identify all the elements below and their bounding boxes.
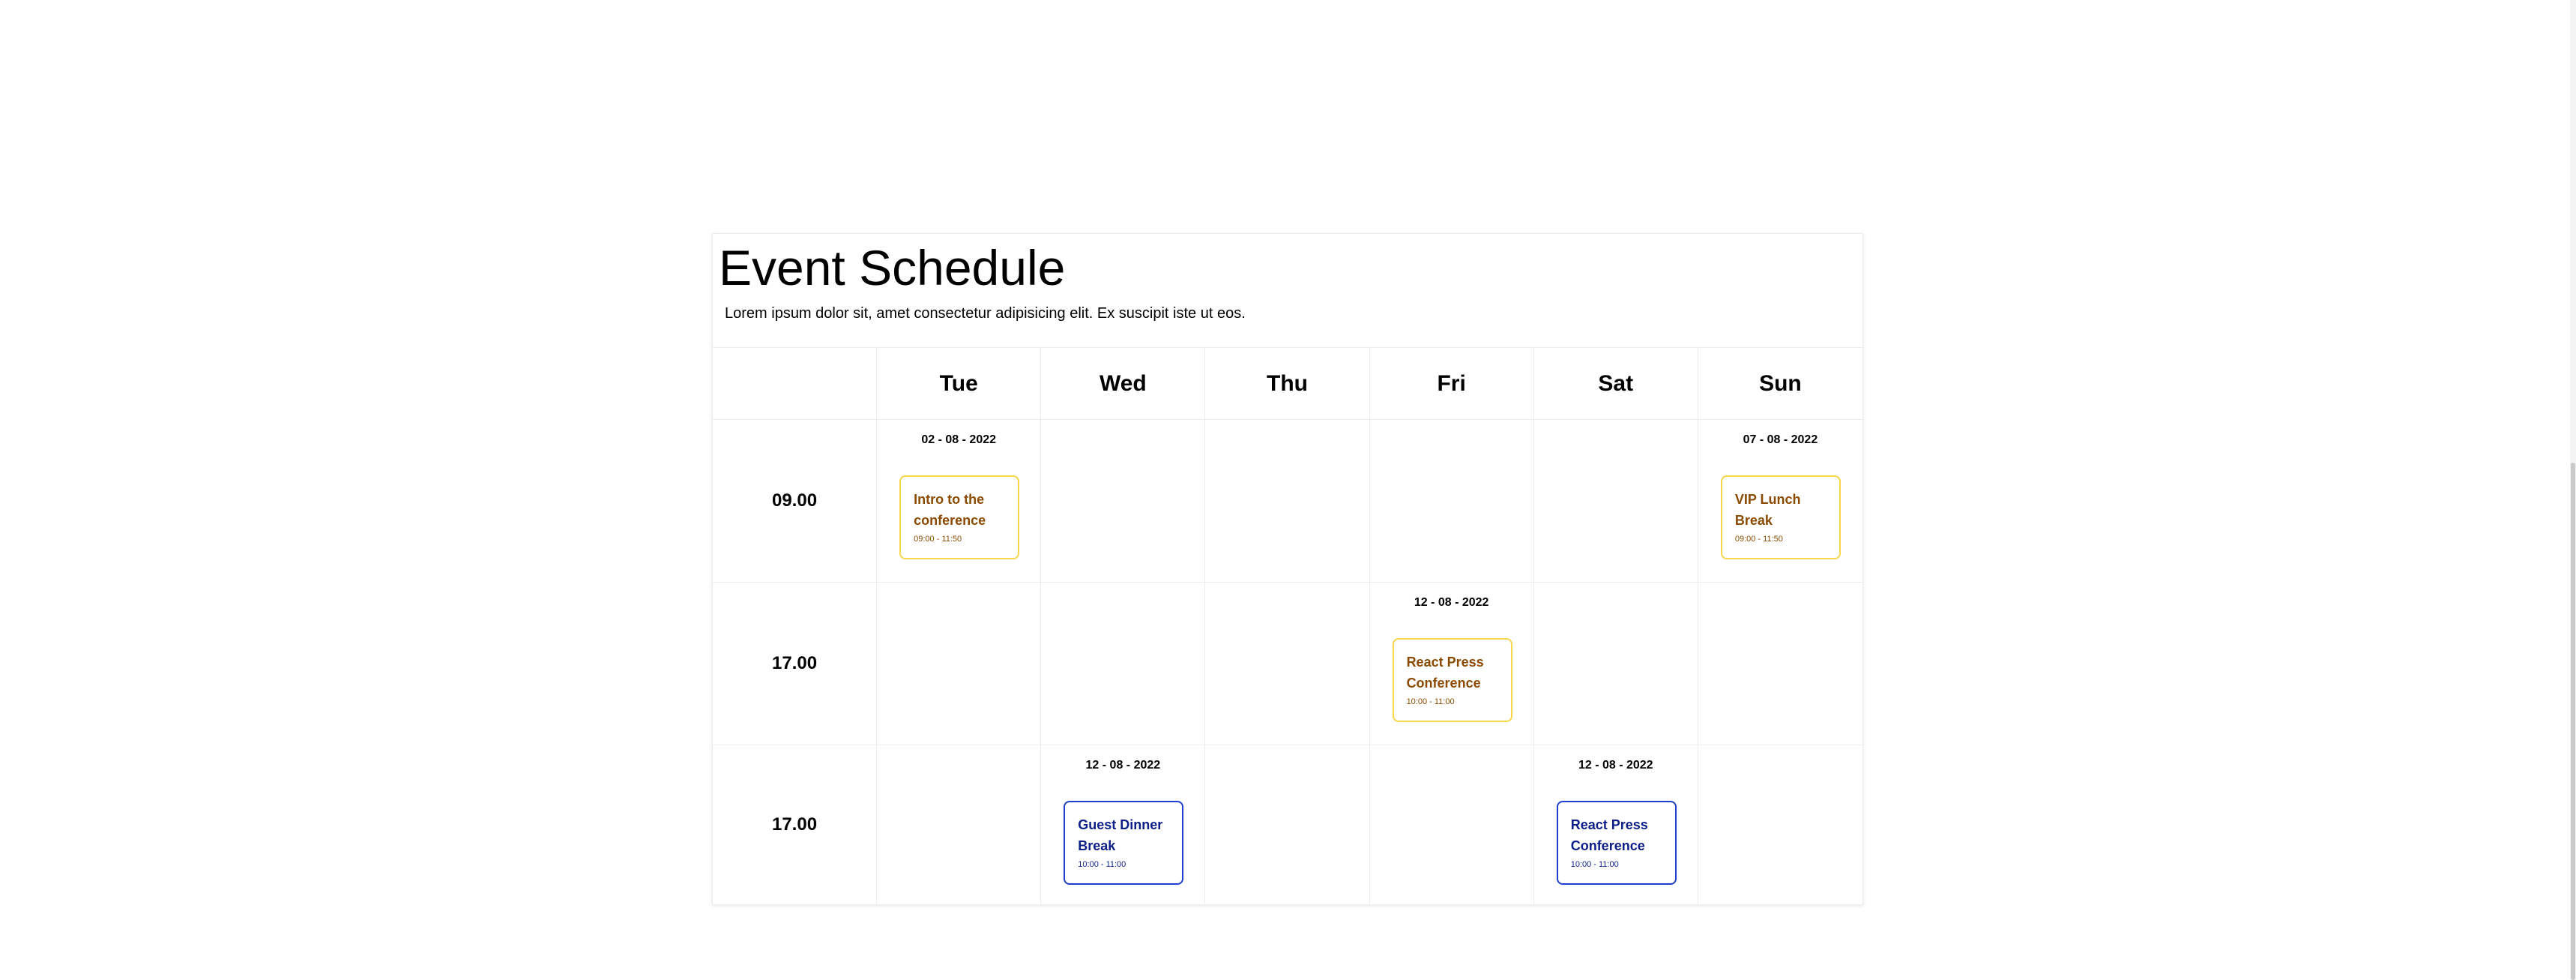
event-date: 02 - 08 - 2022 — [921, 433, 997, 446]
event-time: 10:00 - 11:00 — [1078, 860, 1126, 869]
event-date: 12 - 08 - 2022 — [1578, 759, 1653, 772]
schedule-grid: Tue Wed Thu Fri Sat Sun 09.00 02 - 08 - … — [713, 348, 1862, 904]
time-slot-label: 09.00 — [713, 420, 878, 583]
schedule-cell — [1698, 745, 1862, 904]
day-header-sun: Sun — [1698, 348, 1862, 420]
event-name: Intro to the conference — [914, 492, 986, 528]
event-name: Guest Dinner Break — [1078, 817, 1163, 853]
schedule-cell — [1698, 583, 1862, 745]
schedule-cell: 02 - 08 - 2022 Intro to the conference 0… — [877, 420, 1042, 583]
schedule-cell — [877, 583, 1042, 745]
event-card[interactable]: Intro to the conference 09:00 - 11:50 — [899, 475, 1020, 559]
schedule-cell: 12 - 08 - 2022 React Press Conference 10… — [1369, 583, 1534, 745]
schedule-cell — [1041, 583, 1206, 745]
schedule-cell — [1369, 420, 1534, 583]
time-slot-label: 17.00 — [713, 583, 878, 745]
schedule-cell — [1205, 583, 1370, 745]
event-time: 09:00 - 11:50 — [914, 535, 962, 544]
event-card[interactable]: Guest Dinner Break 10:00 - 11:00 — [1064, 801, 1184, 885]
event-date: 12 - 08 - 2022 — [1085, 759, 1161, 772]
schedule-cell — [877, 745, 1042, 904]
event-name: React Press Conference — [1570, 817, 1648, 853]
event-time: 10:00 - 11:00 — [1570, 860, 1619, 869]
time-slot-label: 17.00 — [713, 745, 878, 904]
event-card[interactable]: React Press Conference 10:00 - 11:00 — [1392, 638, 1512, 722]
event-date: 12 - 08 - 2022 — [1414, 596, 1489, 609]
day-header-wed: Wed — [1041, 348, 1206, 420]
schedule-cell — [1205, 745, 1370, 904]
day-header-tue: Tue — [877, 348, 1042, 420]
event-card[interactable]: React Press Conference 10:00 - 11:00 — [1556, 801, 1677, 885]
day-header-sat: Sat — [1533, 348, 1698, 420]
day-header-thu: Thu — [1205, 348, 1370, 420]
event-schedule-card: Event Schedule Lorem ipsum dolor sit, am… — [712, 233, 1863, 905]
event-name: React Press Conference — [1406, 655, 1484, 691]
page-subtitle: Lorem ipsum dolor sit, amet consectetur … — [725, 305, 1246, 322]
day-header-fri: Fri — [1369, 348, 1534, 420]
page-scrollbar[interactable] — [2570, 0, 2576, 980]
schedule-cell — [1533, 583, 1698, 745]
schedule-cell — [1370, 745, 1534, 904]
event-name: VIP Lunch Break — [1734, 492, 1801, 528]
corner-cell — [713, 348, 878, 420]
schedule-header: Event Schedule Lorem ipsum dolor sit, am… — [713, 234, 1862, 348]
event-card[interactable]: VIP Lunch Break 09:00 - 11:50 — [1720, 475, 1841, 559]
page-title: Event Schedule — [719, 240, 1066, 295]
schedule-cell: 07 - 08 - 2022 VIP Lunch Break 09:00 - 1… — [1698, 420, 1862, 583]
schedule-cell — [1533, 420, 1698, 583]
schedule-cell — [1205, 420, 1370, 583]
scrollbar-thumb[interactable] — [2571, 463, 2575, 980]
schedule-cell — [1041, 420, 1206, 583]
schedule-cell: 12 - 08 - 2022 React Press Conference 10… — [1534, 745, 1698, 904]
event-time: 09:00 - 11:50 — [1734, 535, 1783, 544]
schedule-cell: 12 - 08 - 2022 Guest Dinner Break 10:00 … — [1041, 745, 1206, 904]
event-time: 10:00 - 11:00 — [1406, 697, 1455, 706]
event-date: 07 - 08 - 2022 — [1743, 433, 1818, 446]
